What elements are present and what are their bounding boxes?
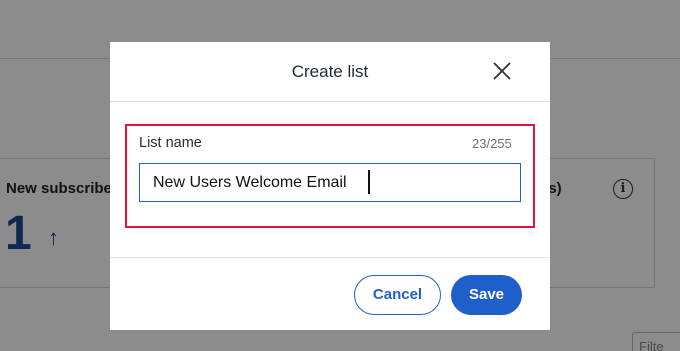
list-name-label: List name bbox=[139, 135, 202, 151]
dialog-footer-divider bbox=[110, 257, 550, 258]
text-caret bbox=[368, 170, 370, 194]
dialog-header: Create list bbox=[110, 42, 550, 102]
close-button[interactable] bbox=[490, 59, 514, 83]
list-name-input[interactable] bbox=[139, 163, 521, 202]
create-list-dialog: Create list List name 23/255 Cancel Save bbox=[110, 42, 550, 330]
cancel-button[interactable]: Cancel bbox=[354, 275, 441, 315]
save-button[interactable]: Save bbox=[451, 275, 522, 315]
dialog-title: Create list bbox=[291, 62, 369, 81]
close-icon bbox=[493, 62, 511, 80]
char-count: 23/255 bbox=[472, 136, 512, 151]
